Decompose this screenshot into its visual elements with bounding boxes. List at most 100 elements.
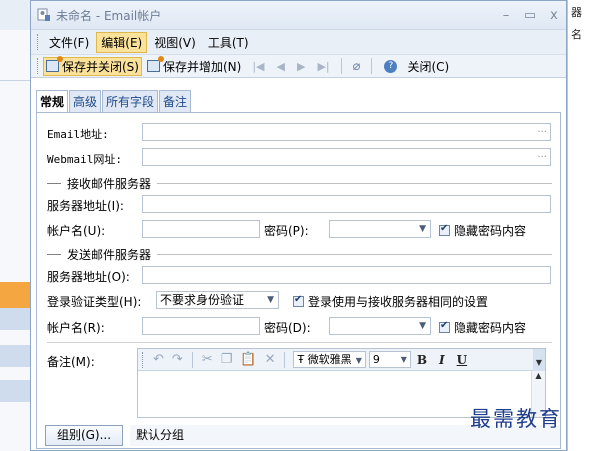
section-line <box>157 254 552 255</box>
last-record-icon[interactable]: ▶| <box>311 60 335 73</box>
outgoing-server-input[interactable] <box>142 266 551 284</box>
email-account-dialog: 未命名 - Email帐户 – ▭ x 文件(F) 编辑(E) 视图(V) 工具… <box>30 0 567 451</box>
outgoing-hide-password-checkbox[interactable]: 隐藏密码内容 <box>439 319 526 336</box>
dropdown-arrow-icon: ▼ <box>419 321 426 331</box>
editor-toolbar-grip <box>142 351 145 368</box>
menubar-grip <box>37 34 40 50</box>
first-record-icon[interactable]: |◀ <box>246 60 270 73</box>
incoming-hide-password-label: 隐藏密码内容 <box>454 224 527 238</box>
font-size-value: 9 <box>372 353 380 366</box>
outgoing-password-label: 密码(D): <box>264 321 311 335</box>
scroll-up-icon[interactable]: ▲ <box>535 371 541 380</box>
italic-button[interactable]: I <box>433 353 451 367</box>
auth-type-label: 登录验证类型(H): <box>47 295 142 309</box>
contact-card-icon <box>37 8 51 22</box>
incoming-hide-password-checkbox[interactable]: 隐藏密码内容 <box>439 222 526 239</box>
attachment-icon[interactable]: ⌀ <box>347 59 367 74</box>
background-text: 名 <box>571 28 582 41</box>
save-icon <box>46 56 63 72</box>
incoming-account-label: 帐户名(U): <box>47 224 106 238</box>
outgoing-server-label: 服务器地址(O): <box>47 270 130 284</box>
dropdown-arrow-icon: ▼ <box>400 355 407 364</box>
menu-view[interactable]: 视图(V) <box>149 32 201 53</box>
dropdown-arrow-icon: ▼ <box>267 295 274 305</box>
incoming-server-input[interactable] <box>142 195 551 213</box>
font-name-select[interactable]: Ŧ 微软雅黑 ▼ <box>293 351 366 368</box>
webmail-input[interactable]: ... <box>142 148 551 166</box>
copy-icon[interactable]: ❐ <box>217 352 237 367</box>
font-size-select[interactable]: 9 ▼ <box>368 351 411 368</box>
checkbox-checked-icon[interactable] <box>439 320 450 333</box>
close-window-button[interactable]: x <box>542 8 566 23</box>
underline-button[interactable]: U <box>451 353 473 367</box>
background-app-left <box>0 0 30 451</box>
background-app-right: 器 名 <box>567 0 589 451</box>
general-panel: Email地址: ... Webmail网址: ... 接收邮件服务器 服务器地… <box>36 112 561 449</box>
outgoing-account-label: 帐户名(R): <box>47 321 105 335</box>
incoming-server-section: 接收邮件服务器 <box>47 175 552 192</box>
outgoing-hide-password-label: 隐藏密码内容 <box>454 321 527 335</box>
checkbox-checked-icon[interactable] <box>439 223 450 236</box>
incoming-password-label: 密码(P): <box>264 224 309 238</box>
font-name-value: 微软雅黑 <box>307 353 352 366</box>
background-text: 器 <box>571 6 582 19</box>
menu-bar: 文件(F) 编辑(E) 视图(V) 工具(T) <box>31 29 566 54</box>
toolbar: 保存并关闭(S) 保存并增加(N) |◀ ◀ ▶ ▶| ⌀ ? 关闭(C) <box>31 54 566 78</box>
tab-all-fields[interactable]: 所有字段 <box>102 90 159 112</box>
maximize-button[interactable]: ▭ <box>518 8 542 23</box>
incoming-section-title: 接收邮件服务器 <box>67 177 152 191</box>
dropdown-arrow-icon: ▼ <box>419 224 426 234</box>
toolbar-separator <box>191 351 193 368</box>
section-dash <box>47 183 61 184</box>
save-add-icon <box>146 56 164 72</box>
toolbar-overflow-icon[interactable]: ▼ <box>533 348 545 371</box>
outgoing-password-input[interactable]: ▼ <box>329 317 431 335</box>
outgoing-account-input[interactable] <box>142 317 260 335</box>
tab-strip: 常规 高级 所有字段 备注 <box>36 90 192 112</box>
save-add-button[interactable]: 保存并增加(N) <box>144 56 244 76</box>
menu-edit[interactable]: 编辑(E) <box>96 31 148 53</box>
title-bar: 未命名 - Email帐户 – ▭ x <box>31 1 566 29</box>
undo-icon[interactable]: ↶ <box>149 352 168 367</box>
tab-notes[interactable]: 备注 <box>159 90 192 112</box>
browse-icon[interactable]: ... <box>537 122 547 138</box>
outgoing-server-section: 发送邮件服务器 <box>47 246 552 263</box>
tab-advanced[interactable]: 高级 <box>69 90 102 112</box>
minimize-button[interactable]: – <box>494 8 518 23</box>
same-settings-label: 登录使用与接收服务器相同的设置 <box>308 295 489 309</box>
paste-icon[interactable]: 📋 <box>236 352 260 367</box>
window-title: 未命名 - Email帐户 <box>56 8 162 23</box>
watermark: 最需教育 <box>470 407 562 431</box>
menu-tools[interactable]: 工具(T) <box>203 32 254 53</box>
tab-general[interactable]: 常规 <box>36 90 69 112</box>
email-label: Email地址: <box>47 128 109 141</box>
dropdown-arrow-icon: ▼ <box>355 356 362 365</box>
save-close-button[interactable]: 保存并关闭(S) <box>43 56 142 76</box>
delete-icon[interactable]: ✕ <box>261 352 280 367</box>
email-input[interactable]: ... <box>142 123 551 141</box>
save-close-label: 保存并关闭(S) <box>62 59 139 74</box>
close-button[interactable]: 关闭(C) <box>404 57 452 76</box>
toolbar-separator <box>371 58 373 74</box>
incoming-account-input[interactable] <box>142 220 260 238</box>
bold-button[interactable]: B <box>411 353 433 367</box>
group-button[interactable]: 组别(G)... <box>45 425 123 446</box>
help-icon[interactable]: ? <box>384 59 398 73</box>
auth-type-select[interactable]: 不要求身份验证 ▼ <box>156 291 279 309</box>
outgoing-section-title: 发送邮件服务器 <box>67 248 152 262</box>
browse-icon[interactable]: ... <box>537 147 547 163</box>
cut-icon[interactable]: ✂ <box>198 352 217 367</box>
editor-toolbar: ↶ ↷ ✂ ❐ 📋 ✕ Ŧ 微软雅黑 ▼ 9 ▼ B I U ▼ <box>138 348 545 371</box>
save-add-label: 保存并增加(N) <box>162 59 242 74</box>
menu-file[interactable]: 文件(F) <box>44 32 94 53</box>
next-record-icon[interactable]: ▶ <box>291 60 311 73</box>
redo-icon[interactable]: ↷ <box>168 352 187 367</box>
divider <box>47 342 552 343</box>
previous-record-icon[interactable]: ◀ <box>271 60 291 73</box>
auth-type-value: 不要求身份验证 <box>160 293 245 307</box>
checkbox-checked-icon[interactable] <box>293 294 304 307</box>
toolbar-grip <box>37 58 40 74</box>
font-icon: Ŧ <box>297 353 308 366</box>
same-settings-checkbox[interactable]: 登录使用与接收服务器相同的设置 <box>293 293 488 310</box>
incoming-password-input[interactable]: ▼ <box>329 220 431 238</box>
